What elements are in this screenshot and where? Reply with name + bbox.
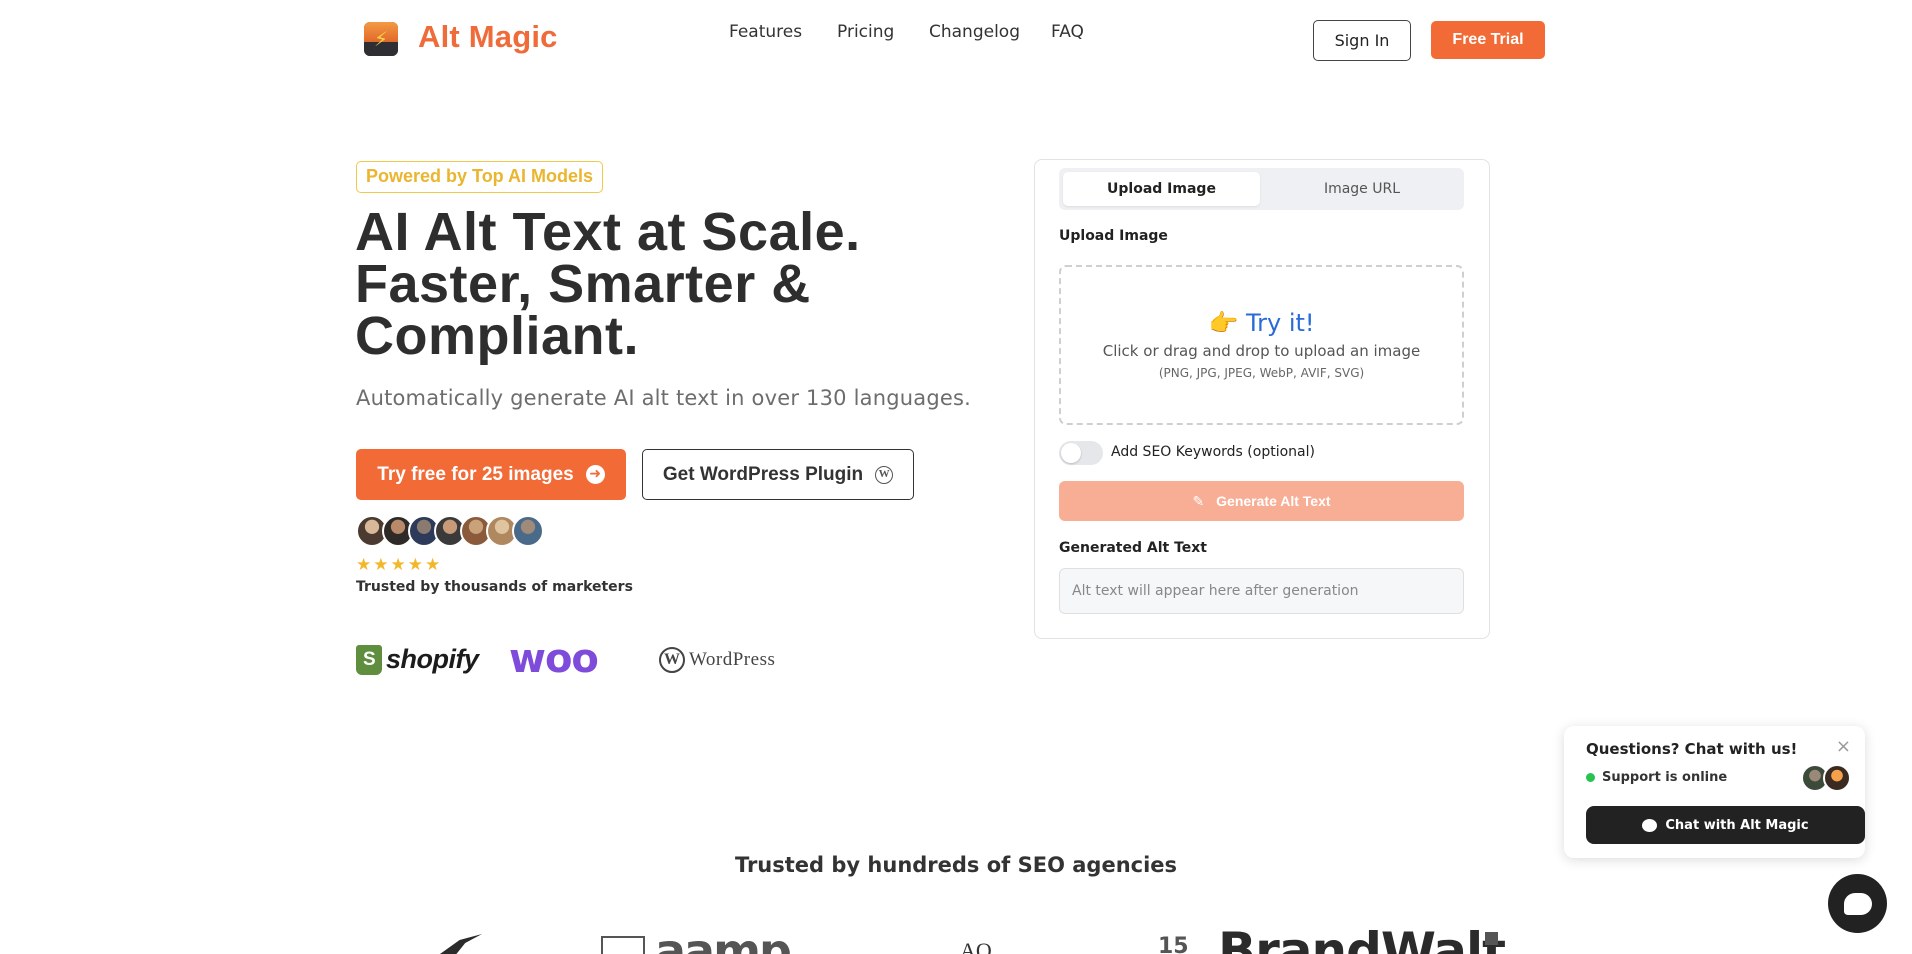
try-free-label: Try free for 25 images <box>377 463 574 485</box>
bird-logo-icon <box>426 934 482 954</box>
generated-alt-text-output[interactable]: Alt text will appear here after generati… <box>1059 568 1464 614</box>
tab-image-url[interactable]: Image URL <box>1264 172 1460 206</box>
image-dropzone[interactable]: 👉 Try it! Click or drag and drop to uplo… <box>1059 265 1464 425</box>
nav-changelog[interactable]: Changelog <box>929 22 1020 42</box>
seo-keywords-toggle[interactable] <box>1059 441 1103 465</box>
seo-keywords-label: Add SEO Keywords (optional) <box>1111 444 1315 460</box>
wordpress-logo: W WordPress <box>659 647 775 673</box>
try-free-button[interactable]: Try free for 25 images ➜ <box>356 449 626 500</box>
close-icon[interactable]: × <box>1836 736 1851 757</box>
upload-image-label: Upload Image <box>1059 228 1168 244</box>
wordpress-icon: W <box>875 465 894 484</box>
free-trial-button[interactable]: Free Trial <box>1431 21 1545 59</box>
woo-logo: woo <box>509 636 599 682</box>
headline-line-3: Compliant. <box>355 306 639 366</box>
try-it-text: Try it! <box>1246 309 1315 337</box>
star-icon: ★ <box>425 555 441 575</box>
powered-by-badge: Powered by Top AI Models <box>356 161 604 193</box>
dropzone-hint: Click or drag and drop to upload an imag… <box>1102 342 1421 360</box>
chat-bubble-icon <box>1843 892 1872 915</box>
supported-formats: (PNG, JPG, JPEG, WebP, AVIF, SVG) <box>1158 366 1365 380</box>
chat-with-alt-magic-button[interactable]: Chat with Alt Magic <box>1586 806 1865 844</box>
customer-avatars <box>356 515 544 547</box>
aamp-logo: aamp <box>655 928 792 954</box>
brandwalt-logo: BrandWalt <box>1218 928 1506 954</box>
wordpress-wordmark: WordPress <box>689 649 776 670</box>
aq-logo: AQ <box>960 938 992 954</box>
avatar <box>512 515 544 547</box>
chat-bubble-icon <box>1642 818 1658 832</box>
wordpress-plugin-button[interactable]: Get WordPress Plugin W <box>642 449 914 500</box>
try-it-prompt: 👉 Try it! <box>1061 309 1462 337</box>
rating-stars: ★ ★ ★ ★ ★ <box>356 556 440 574</box>
nav-pricing[interactable]: Pricing <box>837 22 894 42</box>
brand-name[interactable]: Alt Magic <box>418 19 558 55</box>
tab-upload-image[interactable]: Upload Image <box>1063 172 1260 206</box>
toggle-knob <box>1061 443 1081 463</box>
wordpress-plugin-label: Get WordPress Plugin <box>662 463 864 485</box>
aamp-mark-icon <box>601 936 645 954</box>
star-icon: ★ <box>356 555 372 575</box>
pointing-hand-icon: 👉 <box>1208 309 1239 337</box>
nav-faq[interactable]: FAQ <box>1051 22 1084 42</box>
hero-subhead: Automatically generate AI alt text in ov… <box>356 386 971 410</box>
chat-button-label: Chat with Alt Magic <box>1665 817 1809 833</box>
online-dot-icon <box>1586 773 1595 782</box>
arrow-right-icon: ➜ <box>585 465 605 484</box>
shopify-logo: S shopify <box>356 644 479 675</box>
shopify-bag-icon: S <box>356 644 382 675</box>
alt-magic-logo-icon[interactable]: ⚡ <box>364 22 398 56</box>
trusted-by-text: Trusted by thousands of marketers <box>356 579 633 595</box>
shopify-wordmark: shopify <box>386 644 479 674</box>
generate-alt-text-button[interactable]: ✎ Generate Alt Text <box>1059 481 1464 521</box>
headline-line-2: Faster, Smarter & <box>355 254 811 314</box>
alt-text-generator-card: Upload Image Image URL Upload Image 👉 Tr… <box>1034 159 1490 639</box>
generated-alt-text-label: Generated Alt Text <box>1059 540 1207 556</box>
laurel-15-logo: 15 <box>1158 934 1189 954</box>
input-mode-tabs: Upload Image Image URL <box>1059 168 1464 210</box>
chat-title: Questions? Chat with us! <box>1586 740 1798 758</box>
magic-wand-icon: ✎ <box>1192 492 1205 509</box>
nav-features[interactable]: Features <box>729 22 802 42</box>
chat-launcher-button[interactable] <box>1828 874 1887 933</box>
star-icon: ★ <box>390 555 406 575</box>
support-status: Support is online <box>1586 770 1727 785</box>
chat-widget: Questions? Chat with us! × Support is on… <box>1564 726 1865 858</box>
support-avatars <box>1801 764 1851 792</box>
headline-line-1: AI Alt Text at Scale. <box>355 202 861 262</box>
agency-logos-row: aamp AQ 15 BrandWalt <box>0 928 1912 954</box>
star-icon: ★ <box>407 555 423 575</box>
hero-headline: AI Alt Text at Scale. Faster, Smarter & … <box>355 202 861 366</box>
star-icon: ★ <box>373 555 389 575</box>
wordpress-icon: W <box>659 647 685 673</box>
support-status-text: Support is online <box>1602 770 1728 785</box>
sign-in-button[interactable]: Sign In <box>1313 20 1411 61</box>
generate-label: Generate Alt Text <box>1216 493 1331 509</box>
brandwalt-square-icon <box>1485 932 1498 945</box>
avatar <box>1823 764 1851 792</box>
